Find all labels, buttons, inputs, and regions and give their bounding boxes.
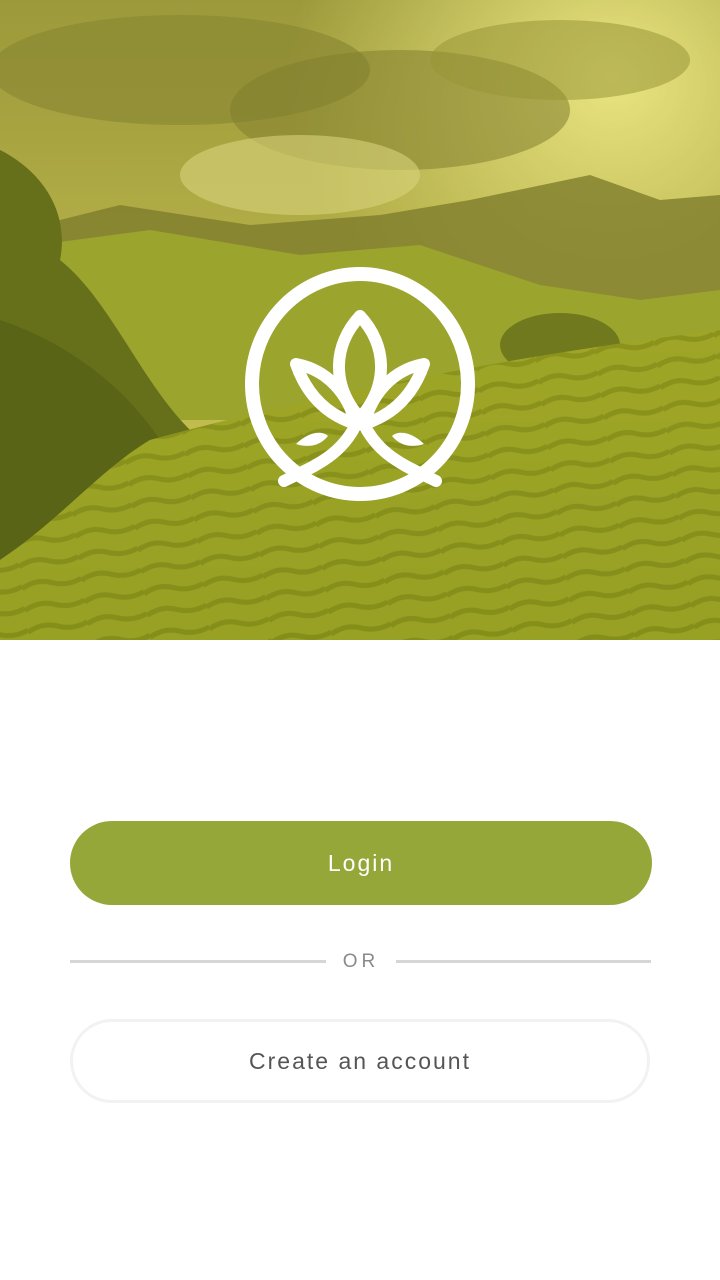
hero-banner [0, 0, 720, 640]
login-button[interactable]: Login [70, 821, 652, 905]
divider-line-left [70, 960, 326, 963]
welcome-screen: Login OR Create an account [0, 0, 720, 1280]
create-account-button[interactable]: Create an account [70, 1019, 650, 1103]
or-divider-label: OR [342, 951, 380, 972]
divider-line-right [396, 960, 651, 963]
lotus-leaf-logo-icon [244, 266, 476, 502]
